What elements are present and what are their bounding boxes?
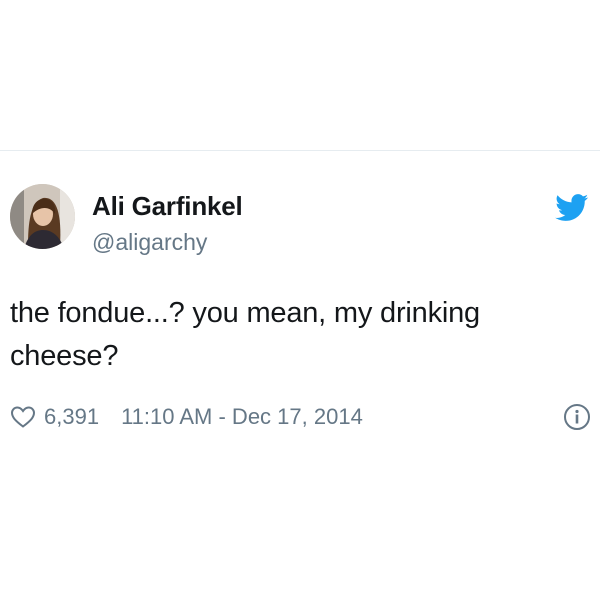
info-icon[interactable]	[563, 403, 591, 431]
avatar[interactable]	[10, 184, 75, 249]
heart-icon[interactable]	[10, 405, 36, 429]
tweet-meta: 6,391 11:10 AM - Dec 17, 2014	[10, 403, 363, 431]
user-handle[interactable]: @aligarchy	[92, 229, 207, 256]
tweet-timestamp[interactable]: 11:10 AM - Dec 17, 2014	[121, 404, 363, 430]
twitter-bird-icon[interactable]	[555, 194, 589, 222]
profile-photo-icon	[10, 184, 75, 249]
page: Ali Garfinkel @aligarchy the fondue...? …	[0, 0, 600, 600]
display-name[interactable]: Ali Garfinkel	[92, 191, 243, 222]
like-count[interactable]: 6,391	[44, 404, 99, 430]
tweet-text: the fondue...? you mean, my drinking che…	[10, 297, 480, 372]
tweet-card: Ali Garfinkel @aligarchy the fondue...? …	[0, 151, 600, 451]
